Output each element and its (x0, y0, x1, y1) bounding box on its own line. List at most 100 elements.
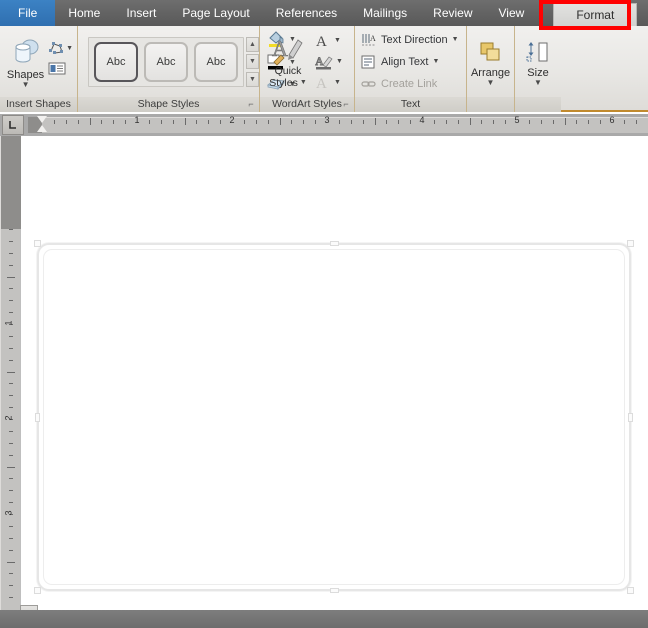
chevron-down-icon: ▼ (534, 77, 542, 87)
tab-format-label: Format (576, 8, 615, 22)
shape-handle-middle-left[interactable] (35, 413, 40, 422)
ruler-tick (362, 120, 364, 124)
first-line-indent-marker[interactable] (37, 116, 47, 123)
horizontal-scrollbar[interactable]: ◀ |||| wsxdn.com (0, 610, 648, 628)
ruler-tick (303, 120, 305, 124)
vertical-ruler[interactable]: 1 2 3 (0, 136, 21, 610)
draw-text-box-button[interactable] (48, 61, 73, 76)
shape-style-thumb-3[interactable]: Abc (194, 41, 238, 82)
tab-mailings-label: Mailings (363, 6, 408, 20)
hanging-indent-marker[interactable] (37, 125, 47, 132)
text-outline-button[interactable]: A ▼ (315, 54, 343, 70)
quick-styles-button[interactable]: A Quick Styles ▼ (264, 35, 312, 88)
ruler-tick (469, 118, 471, 125)
shape-handle-bottom-right[interactable] (627, 587, 634, 594)
vertical-ruler-tick (9, 347, 13, 349)
shape-style-thumb-2[interactable]: Abc (144, 41, 188, 82)
tab-file[interactable]: File (0, 0, 56, 26)
shape-handle-top-left[interactable] (34, 240, 41, 247)
tab-insert-label: Insert (126, 6, 157, 20)
text-direction-button[interactable]: A Text Direction ▼ (361, 30, 459, 50)
vertical-ruler-tick (9, 549, 13, 551)
align-text-label: Align Text (381, 55, 429, 68)
ruler-tick (279, 118, 281, 125)
ruler-tick (552, 120, 554, 124)
ruler-tick (635, 120, 637, 124)
edit-shape-button[interactable]: ▼ (48, 41, 73, 56)
ruler-tick (101, 120, 103, 124)
tab-view[interactable]: View (486, 0, 538, 26)
vertical-ruler-tick (9, 430, 13, 432)
ruler-tick (588, 120, 590, 124)
vertical-ruler-number: 1 (3, 320, 14, 326)
ruler-tick (53, 120, 55, 124)
vertical-ruler-tick (9, 312, 13, 314)
shape-handle-bottom-center[interactable] (330, 588, 339, 593)
create-link-button[interactable]: Create Link (361, 74, 437, 94)
vertical-ruler-tick (9, 537, 13, 539)
tab-home[interactable]: Home (55, 0, 113, 26)
shape-handle-top-center[interactable] (330, 241, 339, 246)
ruler-number: 6 (609, 115, 615, 125)
text-effects-button[interactable]: A ▼ (315, 75, 343, 91)
svg-text:A: A (370, 34, 376, 43)
tab-stop-selector-button[interactable] (2, 115, 24, 135)
shape-styles-gallery[interactable]: Abc Abc Abc (88, 36, 244, 87)
quick-styles-label-line1: Quick (274, 64, 302, 77)
size-button[interactable]: Size ▼ (519, 38, 557, 86)
vertical-ruler-tick (9, 229, 13, 230)
chevron-down-icon: ▼ (299, 79, 307, 86)
vertical-ruler-tick (9, 490, 13, 492)
ruler-number: 5 (514, 115, 520, 125)
ruler-tick (243, 120, 245, 124)
ribbon-tab-bar: File Home Insert Page Layout References … (0, 0, 648, 26)
vertical-ruler-tick (9, 395, 13, 397)
arrange-button[interactable]: Arrange ▼ (471, 38, 510, 86)
shape-style-thumb-1[interactable]: Abc (94, 41, 138, 82)
size-button-label: Size (527, 66, 549, 79)
ruler-tick (493, 120, 495, 124)
tab-mailings[interactable]: Mailings (350, 0, 420, 26)
ruler-number: 2 (229, 115, 235, 125)
gallery-more-button[interactable]: ▼ (246, 71, 259, 87)
arrange-button-label: Arrange (470, 66, 511, 79)
tab-format[interactable]: Format (553, 3, 638, 26)
size-icon (526, 41, 548, 61)
shape-styles-dialog-launcher[interactable]: ⌐ (246, 99, 256, 110)
tab-review[interactable]: Review (420, 0, 485, 26)
ruler-tick (172, 120, 174, 124)
chevron-down-icon: ▼ (336, 58, 343, 65)
shapes-button-label: Shapes (6, 68, 45, 81)
tab-page-layout[interactable]: Page Layout (169, 0, 262, 26)
selected-rounded-rectangle-shape[interactable] (34, 240, 634, 594)
ruler-tick (65, 120, 67, 124)
align-text-button[interactable]: Align Text ▼ (361, 52, 439, 72)
chevron-down-icon: ▼ (66, 45, 73, 52)
wordart-styles-dialog-launcher[interactable]: ⌐ (341, 99, 351, 110)
tab-references[interactable]: References (263, 0, 350, 26)
text-fill-button[interactable]: A ▼ (315, 33, 343, 49)
group-label-wordart-styles-text: WordArt Styles (272, 98, 342, 110)
gallery-scroll-down-button[interactable]: ▼ (246, 54, 259, 69)
ribbon-group-shape-styles: Abc Abc Abc ▲ ▼ ▼ ▼ ▼ ▼ Shape Styles ⌐ (78, 26, 296, 112)
chevron-down-icon: ▼ (334, 37, 341, 44)
tab-insert[interactable]: Insert (113, 0, 169, 26)
vertical-ruler-tick (7, 561, 15, 563)
group-label-shape-styles: Shape Styles ⌐ (78, 97, 259, 112)
ruler-tick (623, 120, 625, 124)
ruler-tick (160, 120, 162, 124)
ruler-tick (125, 120, 127, 124)
vertical-ruler-number: 3 (3, 510, 14, 516)
shape-handle-top-right[interactable] (627, 240, 634, 247)
vertical-ruler-tick (9, 300, 13, 302)
edit-shape-icon (49, 42, 64, 54)
gallery-scroll-up-button[interactable]: ▲ (246, 36, 259, 52)
horizontal-ruler[interactable]: 1 2 3 4 5 6 (0, 114, 648, 136)
ruler-tick (528, 120, 530, 124)
shapes-button[interactable]: Shapes ▼ (4, 36, 47, 88)
shape-handle-bottom-left[interactable] (34, 587, 41, 594)
shape-handle-middle-right[interactable] (628, 413, 633, 422)
group-label-arrange (467, 97, 514, 112)
shapes-icon (15, 39, 39, 62)
group-label-shape-styles-text: Shape Styles (137, 98, 200, 110)
